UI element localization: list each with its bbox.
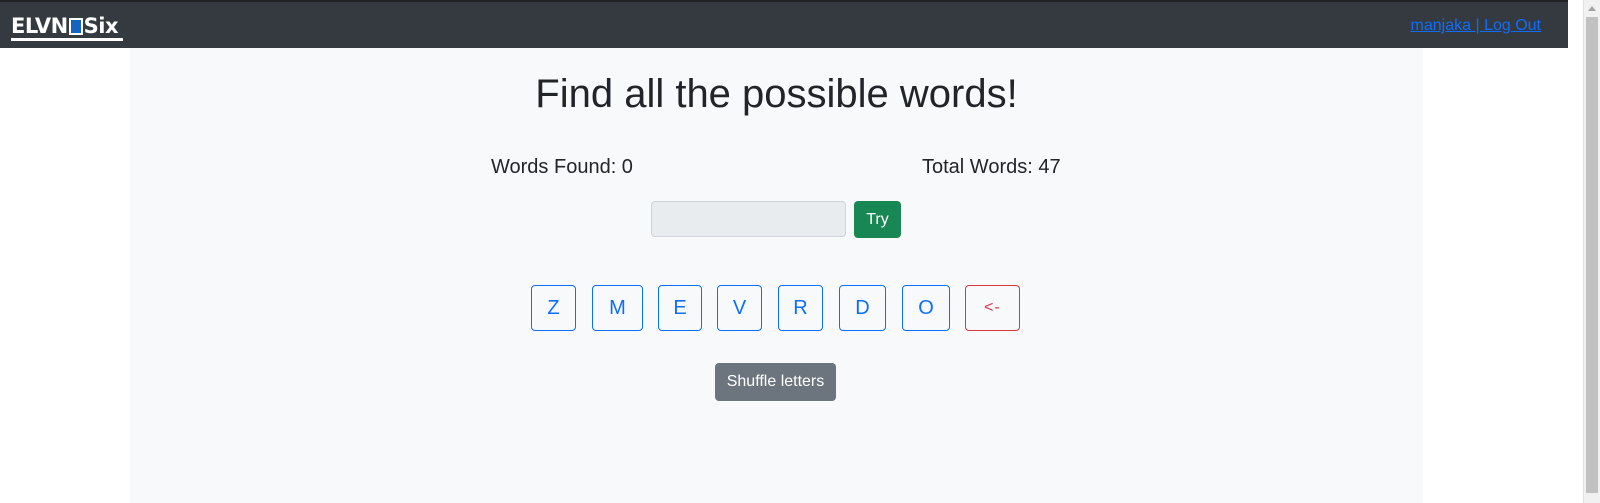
letter-button[interactable]: D [839, 285, 886, 331]
logout-link[interactable]: Log Out [1484, 17, 1541, 34]
logo-badge-icon [68, 18, 83, 35]
game-container: Find all the possible words! Words Found… [130, 48, 1423, 503]
letter-buttons-row: Z M E V R D O <- [130, 285, 1423, 332]
top-navbar: ELVN Six manjaka | Log Out [0, 0, 1568, 48]
letter-button[interactable]: E [658, 285, 702, 331]
elvn6six-logo[interactable]: ELVN Six [11, 10, 123, 42]
page-title: Find all the possible words! [535, 72, 1018, 116]
user-menu: manjaka | Log Out [1411, 17, 1541, 35]
letter-button[interactable]: V [717, 285, 762, 331]
page-scrollbar[interactable] [1583, 0, 1600, 503]
shuffle-letters-button[interactable]: Shuffle letters [715, 363, 836, 401]
total-words-counter: Total Words: 47 [922, 156, 1061, 178]
link-separator: | [1471, 17, 1485, 34]
try-button[interactable]: Try [854, 201, 901, 238]
scrollbar-thumb[interactable] [1586, 17, 1598, 493]
logo-text: ELVN Six [11, 14, 123, 41]
word-input[interactable] [651, 201, 846, 237]
letter-button[interactable]: M [592, 285, 643, 331]
logo-underline [11, 38, 123, 41]
letter-button[interactable]: O [902, 285, 950, 331]
username-link[interactable]: manjaka [1411, 17, 1471, 34]
words-found-counter: Words Found: 0 [491, 156, 633, 178]
letter-button[interactable]: Z [531, 285, 576, 331]
letter-button[interactable]: R [778, 285, 823, 331]
backspace-button[interactable]: <- [965, 285, 1020, 331]
scroll-up-arrow-icon[interactable] [1588, 6, 1596, 11]
